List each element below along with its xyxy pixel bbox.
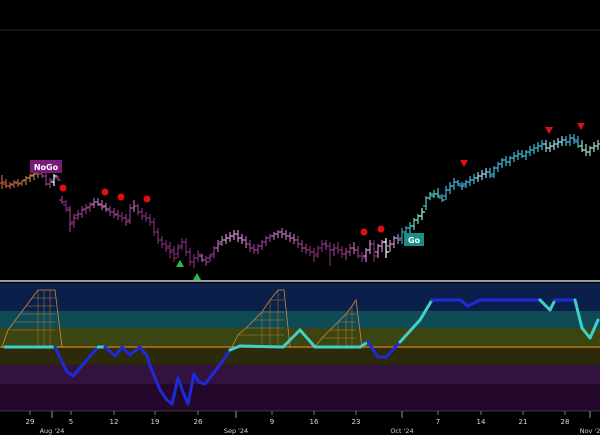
x-month-label: Sep '24 [224, 427, 248, 435]
x-tick-label: 14 [477, 418, 486, 426]
x-tick-label: 12 [110, 418, 119, 426]
chart-screen: NoGo Go 29 5 12 19 26 9 16 23 7 14 21 28 Aug '24 Sep … [0, 0, 600, 435]
signal-dot [143, 195, 151, 203]
signal-dot [377, 225, 385, 233]
x-tick-label: 29 [26, 418, 35, 426]
x-month-label: Nov '2 [580, 427, 600, 435]
x-tick-label: 5 [69, 418, 73, 426]
go-label: Go [404, 233, 424, 246]
nogo-label: NoGo [30, 160, 62, 173]
x-tick-label: 9 [270, 418, 274, 426]
x-tick-label: 7 [436, 418, 440, 426]
go-label-text: Go [408, 236, 421, 245]
nogo-label-text: NoGo [34, 163, 59, 172]
x-tick-label: 16 [310, 418, 319, 426]
x-month-label: Aug '24 [40, 427, 65, 435]
signal-dot [360, 228, 368, 236]
band-purple [0, 365, 600, 384]
x-tick-label: 21 [519, 418, 528, 426]
signal-dot [117, 193, 125, 201]
x-month-label: Oct '24 [390, 427, 413, 435]
x-tick-label: 19 [151, 418, 160, 426]
x-tick-label: 28 [561, 418, 570, 426]
band-blue [0, 283, 600, 311]
signal-dot [101, 188, 109, 196]
band-magenta [0, 384, 600, 411]
x-tick-label: 23 [352, 418, 361, 426]
signal-dot [59, 184, 67, 192]
oscillator-panel [0, 283, 600, 411]
oscillator-segment [238, 344, 285, 349]
band-teal [0, 311, 600, 328]
x-tick-label: 26 [194, 418, 203, 426]
